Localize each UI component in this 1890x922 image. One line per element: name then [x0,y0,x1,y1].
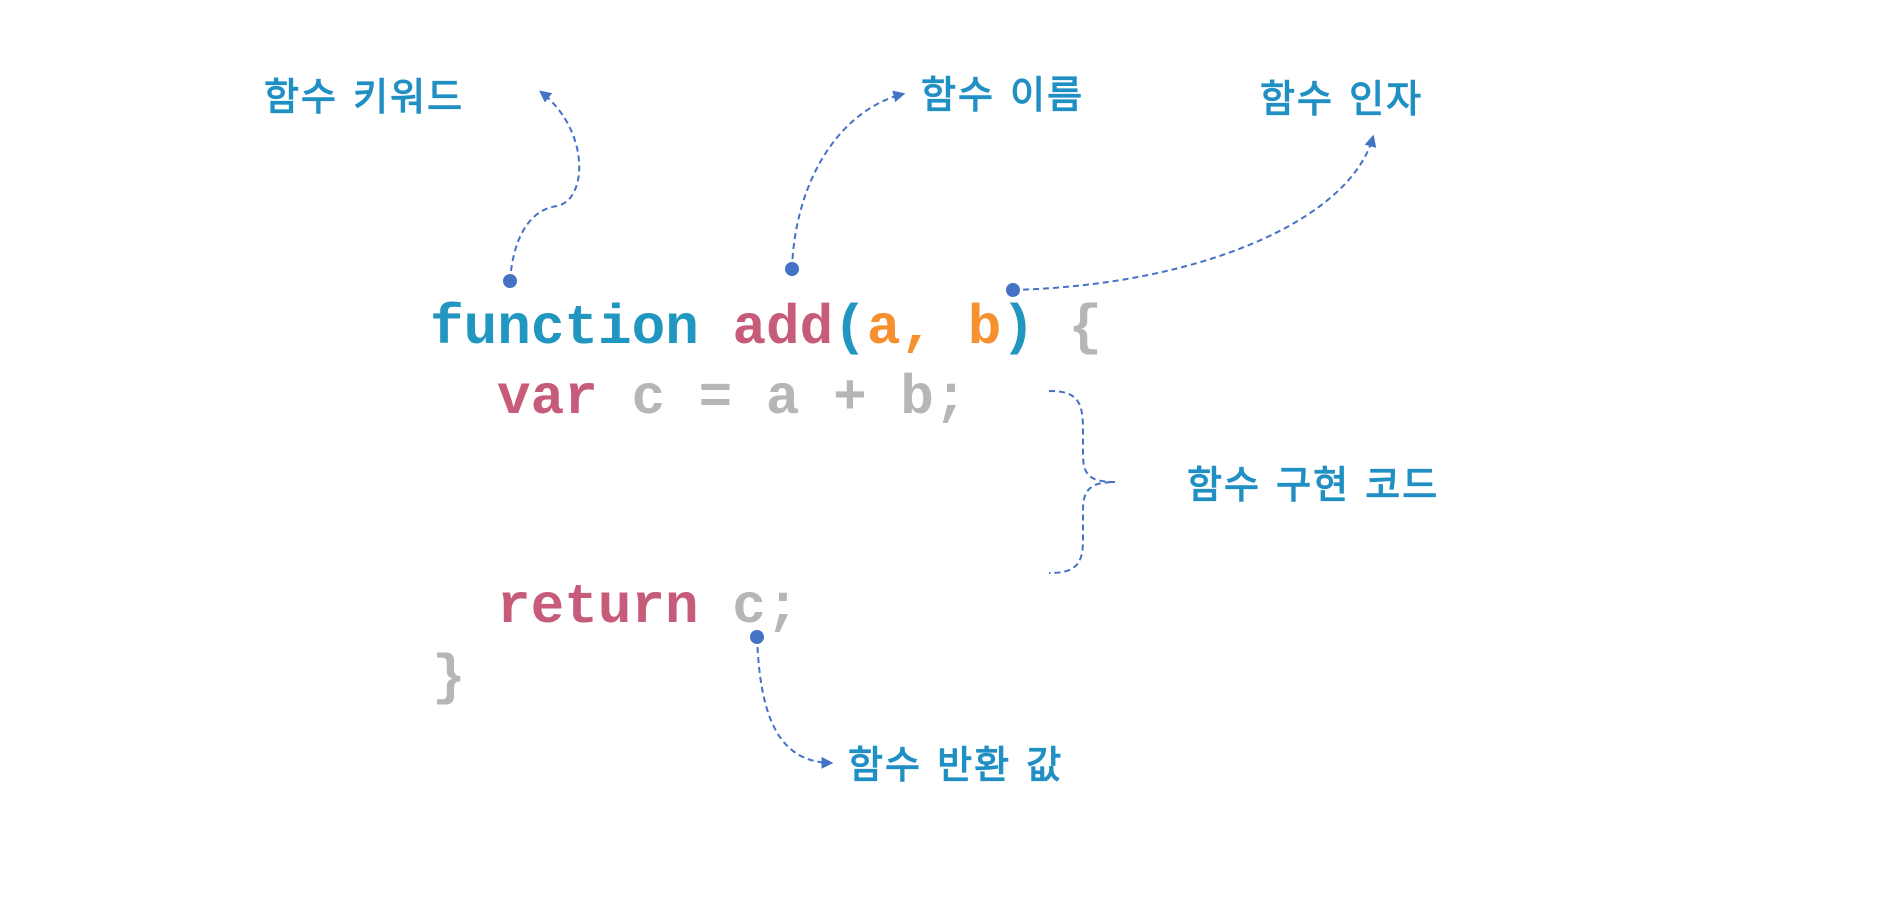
var-statement: c = a + b; [631,366,968,430]
name-arrow [791,90,906,270]
label-function-params: 함수 인자 [1260,77,1424,121]
params-arrow [1012,134,1377,291]
code-line-3: return c; [497,579,799,635]
close-paren: ) [1001,296,1035,360]
code-line-4: } [432,650,466,706]
code-line-2: var c = a + b; [497,370,968,426]
params-dot [1006,283,1020,297]
close-brace: } [432,646,466,710]
name-dot [785,262,799,276]
open-paren: ( [833,296,867,360]
function-keyword: function [430,296,699,360]
keyword-arrow [509,90,581,282]
body-brace [1048,390,1116,574]
function-name: add [732,296,834,360]
open-brace: { [1068,296,1103,360]
return-value: c; [732,575,800,639]
param-b: b [967,296,1002,360]
label-function-body: 함수 구현 코드 [1187,463,1440,507]
var-keyword: var [497,366,598,430]
label-function-keyword: 함수 키워드 [264,75,465,119]
param-a: a [866,296,901,360]
label-function-return: 함수 반환 값 [848,743,1064,787]
keyword-dot [503,274,517,288]
param-comma: , [900,296,968,360]
return-keyword: return [497,575,699,639]
return-arrow [756,636,834,769]
code-line-1: function add(a, b) { [430,300,1102,356]
label-function-name: 함수 이름 [921,73,1085,117]
